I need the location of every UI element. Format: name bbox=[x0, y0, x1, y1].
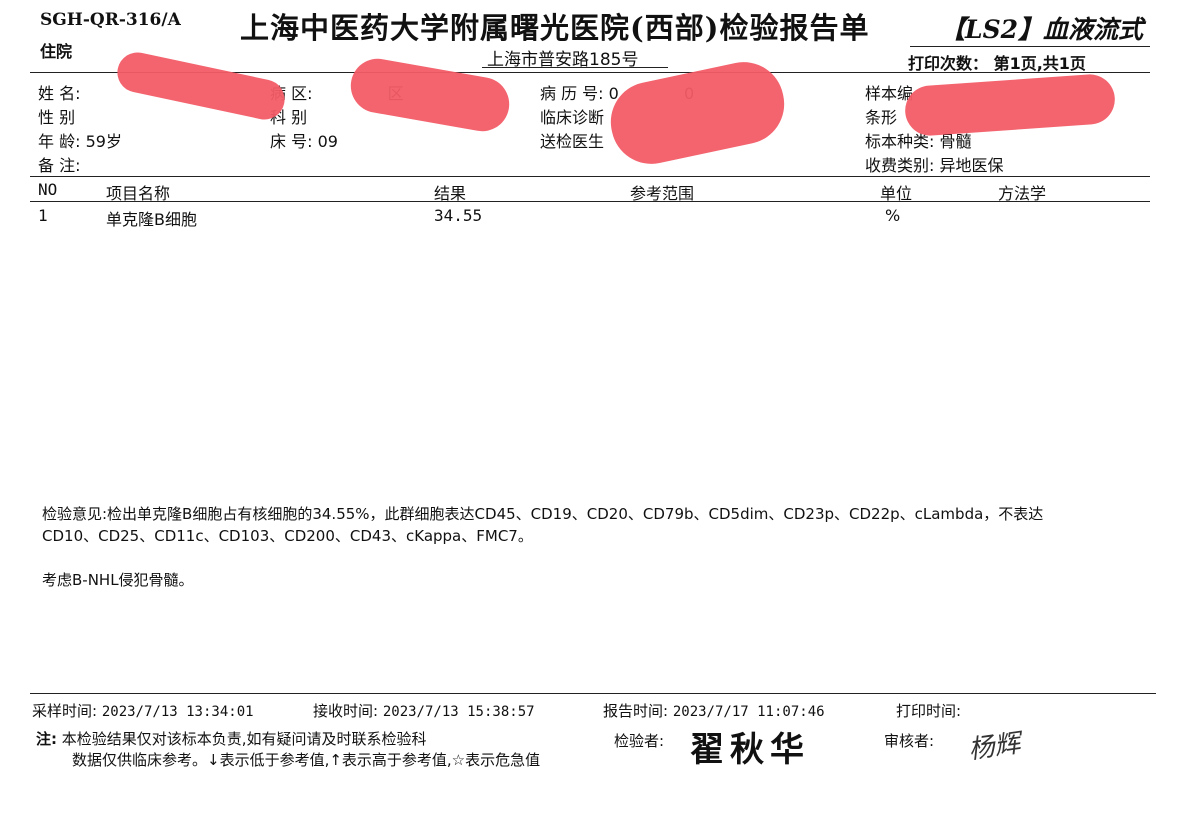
print-count-overline bbox=[910, 46, 1150, 47]
clinical-diagnosis-field: 临床诊断 bbox=[540, 104, 604, 128]
print-time-field: 打印时间: bbox=[896, 700, 961, 721]
sample-time-field: 采样时间: 2023/7/13 13:34:01 bbox=[32, 700, 254, 721]
bed-label: 床 号: bbox=[270, 132, 313, 151]
fee-category-label: 收费类别: bbox=[865, 156, 935, 175]
specimen-type-value: 骨髓 bbox=[939, 132, 972, 151]
redaction-mark bbox=[113, 48, 289, 124]
bed-field: 床 号: 09 bbox=[270, 128, 338, 152]
row-no: 1 bbox=[38, 206, 48, 225]
receive-time-label: 接收时间: bbox=[313, 702, 379, 720]
disclaimer-line: 本检验结果仅对该标本负责,如有疑问请及时联系检验科 bbox=[61, 730, 427, 748]
examiner-signature: 翟秋华 bbox=[690, 730, 810, 770]
opinion-line: 检验意见:检出单克隆B细胞占有核细胞的34.55%，此群细胞表达CD45、CD1… bbox=[42, 505, 1044, 523]
document-code: SGH-QR-316/A bbox=[40, 10, 181, 30]
patient-age-value: 59岁 bbox=[85, 132, 122, 151]
report-time-value: 2023/7/17 11:07:46 bbox=[672, 704, 825, 720]
bed-value: 09 bbox=[317, 132, 338, 151]
opinion-conclusion: 考虑B-NHL侵犯骨髓。 bbox=[42, 571, 194, 589]
report-time-label: 报告时间: bbox=[603, 702, 669, 720]
fee-category-field: 收费类别: 异地医保 bbox=[865, 152, 1004, 176]
row-unit: % bbox=[885, 206, 901, 225]
test-opinion: 检验意见:检出单克隆B细胞占有核细胞的34.55%，此群细胞表达CD45、CD1… bbox=[42, 503, 1142, 591]
patient-name-label: 姓 名: bbox=[38, 84, 81, 103]
reviewer-signature: 杨辉 bbox=[966, 728, 1023, 766]
sample-number-field: 样本编 bbox=[865, 80, 913, 104]
row-result: 34.55 bbox=[434, 206, 483, 225]
patient-sex-field: 性 别 bbox=[38, 104, 75, 128]
note-label: 备 注: bbox=[38, 156, 81, 175]
fee-category-value: 异地医保 bbox=[939, 156, 1004, 175]
report-time-field: 报告时间: 2023/7/17 11:07:46 bbox=[603, 700, 825, 721]
reviewer-label: 审核者: bbox=[884, 732, 935, 750]
patient-name-field: 姓 名: bbox=[38, 80, 80, 104]
row-item-name: 单克隆B细胞 bbox=[106, 210, 197, 229]
sample-number-label: 样本编 bbox=[865, 84, 914, 103]
receive-time-field: 接收时间: 2023/7/13 15:38:57 bbox=[313, 700, 535, 721]
disclaimer-line-2: 数据仅供临床参考。↓表示低于参考值,↑表示高于参考值,☆表示危急值 bbox=[72, 751, 541, 769]
examiner-label: 检验者: bbox=[614, 732, 665, 750]
sample-time-value: 2023/7/13 13:34:01 bbox=[101, 704, 254, 720]
department-tag: 【LS2】血液流式 bbox=[940, 15, 1144, 44]
print-count: 打印次数： 第1页,共1页 bbox=[908, 54, 1086, 73]
footer-divider bbox=[30, 693, 1156, 694]
note-field: 备 注: bbox=[38, 152, 80, 176]
patient-age-field: 年 龄: 59岁 bbox=[38, 128, 122, 152]
address-underline bbox=[482, 67, 668, 68]
note-prefix: 注: bbox=[36, 730, 57, 748]
patient-age-label: 年 龄: bbox=[38, 132, 81, 151]
receive-time-value: 2023/7/13 15:38:57 bbox=[382, 704, 535, 720]
sample-time-label: 采样时间: bbox=[32, 702, 98, 720]
table-header-rule bbox=[30, 201, 1150, 202]
ward-type-label: 住院 bbox=[40, 42, 73, 61]
opinion-line: CD10、CD25、CD11c、CD103、CD200、CD43、cKappa、… bbox=[42, 527, 533, 545]
disclaimer-note: 注: 本检验结果仅对该标本负责,如有疑问请及时联系检验科 bbox=[36, 728, 427, 749]
record-number-label: 病 历 号: bbox=[540, 84, 604, 103]
table-top-rule bbox=[30, 176, 1150, 177]
patient-sex-label: 性 别 bbox=[38, 108, 76, 127]
barcode-label: 条形 bbox=[865, 108, 898, 127]
clinical-diagnosis-label: 临床诊断 bbox=[540, 108, 605, 127]
referring-doctor-field: 送检医生 bbox=[540, 128, 604, 152]
referring-doctor-label: 送检医生 bbox=[540, 132, 605, 151]
report-title: 上海中医药大学附属曙光医院(西部)检验报告单 bbox=[240, 11, 870, 45]
print-time-label: 打印时间: bbox=[896, 702, 962, 720]
barcode-field: 条形 bbox=[865, 104, 897, 128]
column-header-no: NO bbox=[38, 180, 58, 199]
redaction-mark bbox=[903, 72, 1117, 138]
